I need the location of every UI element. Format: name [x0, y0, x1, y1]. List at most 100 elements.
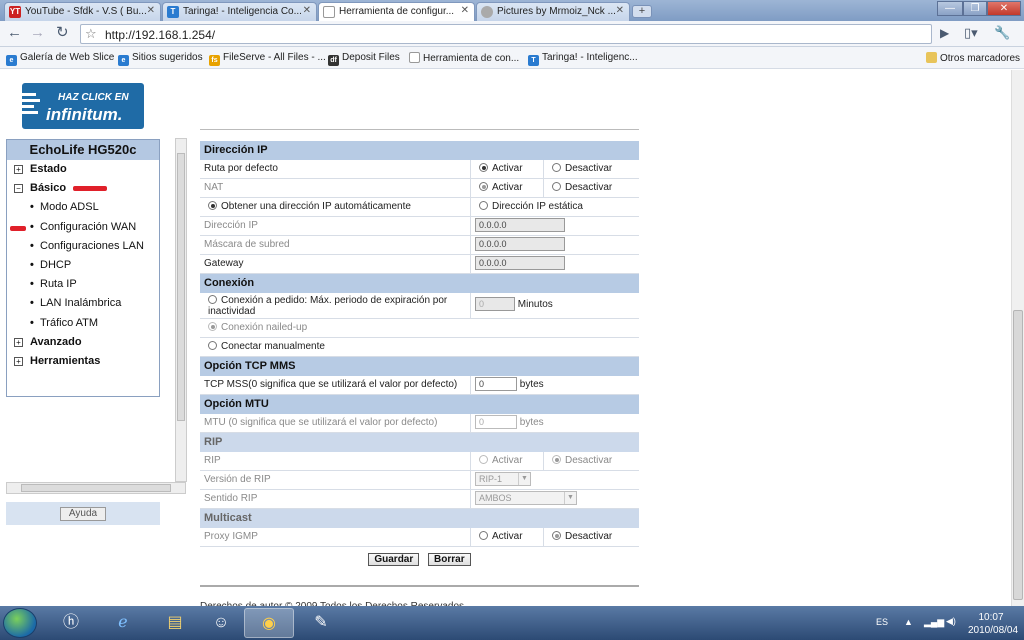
scroll-thumb[interactable] — [1013, 310, 1023, 600]
close-tab-icon[interactable]: ✕ — [147, 5, 155, 16]
radio-icon[interactable] — [552, 182, 561, 191]
rip-on[interactable]: Activar — [470, 452, 523, 470]
radio-icon[interactable] — [552, 455, 561, 464]
mtu-input[interactable]: 0 — [475, 415, 517, 430]
ie-icon[interactable]: ℯ — [98, 608, 148, 638]
sidebar-h-scrollbar[interactable] — [6, 482, 186, 494]
bookmark-sitios[interactable]: e Sitios sugeridos — [118, 52, 203, 66]
expand-icon[interactable]: + — [14, 165, 23, 174]
address-bar[interactable]: ☆ http://192.168.1.254/ — [80, 24, 932, 44]
static-ip-option[interactable]: Dirección IP estática — [470, 198, 583, 216]
sidebar-item-ruta-ip[interactable]: • Ruta IP — [7, 275, 159, 294]
sidebar-item-trafico-atm[interactable]: • Tráfico ATM — [7, 314, 159, 333]
igmp-on[interactable]: Activar — [470, 528, 523, 546]
tab-pictures[interactable]: Pictures by Mrmoiz_Nck ... ✕ — [476, 2, 630, 21]
bookmark-deposit-files[interactable]: df Deposit Files — [328, 52, 400, 66]
radio-icon[interactable] — [479, 182, 488, 191]
collapse-icon[interactable]: − — [14, 184, 23, 194]
field-label: Versión de RIP — [204, 474, 271, 485]
maximize-button[interactable]: ❐ — [963, 1, 987, 16]
sidebar-item-avanzado[interactable]: + Avanzado — [7, 333, 159, 352]
tcp-mss-input[interactable]: 0 — [475, 377, 517, 392]
scroll-thumb[interactable] — [21, 484, 171, 492]
nat-on[interactable]: Activar — [470, 179, 523, 197]
play-icon[interactable]: ▶ — [940, 25, 949, 41]
nailed-up-option[interactable]: Conexión nailed-up — [204, 322, 307, 333]
radio-icon[interactable] — [479, 163, 488, 172]
help-button[interactable]: Ayuda — [60, 507, 106, 521]
sidebar-item-modo-adsl[interactable]: • Modo ADSL — [7, 198, 159, 217]
radio-icon[interactable] — [552, 163, 561, 172]
close-window-button[interactable]: ✕ — [987, 1, 1021, 16]
delete-button[interactable]: Borrar — [428, 553, 471, 566]
bookmark-web-slice[interactable]: e Galería de Web Slice — [6, 52, 114, 66]
save-button[interactable]: Guardar — [368, 553, 420, 566]
sidebar-item-configuracion-wan[interactable]: • Configuración WAN — [7, 218, 159, 237]
tab-herramienta[interactable]: Herramienta de configur... ✕ — [318, 2, 475, 21]
expand-icon[interactable]: + — [14, 337, 23, 347]
form-actions: Guardar Borrar — [200, 553, 639, 569]
on-demand-option[interactable]: Conexión a pedido: Máx. periodo de expir… — [208, 293, 466, 317]
rip-direction-select[interactable]: AMBOS ▼ — [475, 491, 577, 506]
minimize-button[interactable]: — — [937, 1, 963, 16]
reload-icon[interactable]: ↻ — [56, 25, 69, 41]
close-tab-icon[interactable]: ✕ — [461, 5, 469, 16]
radio-icon[interactable] — [479, 455, 488, 464]
hp-icon[interactable]: ⓗ — [46, 608, 96, 638]
default-route-on[interactable]: Activar — [470, 160, 523, 178]
radio-icon[interactable] — [208, 341, 217, 350]
bookmark-fileserve[interactable]: fs FileServe - All Files - ... — [209, 52, 326, 66]
sidebar-item-estado[interactable]: + Estado — [7, 160, 159, 179]
sidebar-scrollbar[interactable] — [175, 138, 187, 482]
expand-icon[interactable]: + — [14, 356, 23, 366]
radio-icon[interactable] — [208, 322, 217, 331]
forward-arrow-icon[interactable]: → — [30, 25, 45, 41]
other-bookmarks[interactable]: Otros marcadores — [926, 52, 1020, 64]
star-icon[interactable]: ☆ — [85, 26, 97, 42]
sidebar-item-configuraciones-lan[interactable]: • Configuraciones LAN — [7, 237, 159, 256]
scroll-thumb[interactable] — [177, 153, 185, 421]
tray-arrow-icon[interactable]: ▲ — [904, 617, 913, 627]
manual-connect-option[interactable]: Conectar manualmente — [204, 341, 325, 352]
bookmark-taringa[interactable]: T Taringa! - Inteligenc... — [528, 52, 638, 66]
ip-address-input[interactable]: 0.0.0.0 — [475, 218, 565, 233]
nat-off[interactable]: Desactivar — [543, 179, 612, 197]
close-tab-icon[interactable]: ✕ — [616, 5, 624, 16]
rip-off[interactable]: Desactivar — [543, 452, 612, 470]
page-menu-icon[interactable]: ▯▾ — [964, 25, 978, 41]
sidebar-item-herramientas[interactable]: + Herramientas — [7, 352, 159, 371]
chrome-icon[interactable]: ◉ — [244, 608, 294, 638]
language-indicator[interactable]: ES — [876, 617, 888, 627]
sidebar-item-basico[interactable]: − Básico — [7, 179, 159, 198]
folder-icon[interactable]: ▤ — [150, 608, 200, 638]
rip-version-select[interactable]: RIP-1 ▼ — [475, 472, 531, 487]
volume-icon[interactable]: ◀) — [946, 616, 956, 627]
users-icon[interactable]: ☺ — [196, 608, 246, 638]
back-arrow-icon[interactable]: ← — [7, 25, 22, 41]
radio-icon[interactable] — [479, 531, 488, 540]
tab-taringa[interactable]: T Taringa! - Inteligencia Co... ✕ — [162, 2, 317, 21]
network-icon[interactable]: ▂▄▆ — [924, 617, 944, 628]
radio-icon[interactable] — [552, 531, 561, 540]
tab-youtube[interactable]: YT YouTube - Sfdk - V.S ( Bu... ✕ — [4, 2, 161, 21]
paint-icon[interactable]: ✎ — [296, 608, 346, 638]
igmp-off[interactable]: Desactivar — [543, 528, 612, 546]
default-route-off[interactable]: Desactivar — [543, 160, 612, 178]
gateway-input[interactable]: 0.0.0.0 — [475, 256, 565, 271]
start-button[interactable] — [3, 608, 37, 638]
radio-icon[interactable] — [208, 295, 217, 304]
radio-icon[interactable] — [479, 201, 488, 210]
bookmark-herramienta[interactable]: Herramienta de con... — [409, 52, 519, 64]
wrench-icon[interactable]: 🔧 — [994, 25, 1010, 41]
clock[interactable]: 10:07 2010/08/04 — [968, 611, 1018, 637]
idle-timeout-input[interactable]: 0 — [475, 297, 515, 312]
new-tab-button[interactable]: + — [632, 5, 652, 18]
page-scrollbar[interactable] — [1011, 70, 1024, 606]
infinitum-logo[interactable]: HAZ CLICK EN infinitum. — [22, 83, 144, 129]
obtain-auto-option[interactable]: Obtener una dirección IP automáticamente — [204, 201, 411, 212]
sidebar-item-lan-inalambrica[interactable]: • LAN Inalámbrica — [7, 294, 159, 313]
radio-icon[interactable] — [208, 201, 217, 210]
subnet-mask-input[interactable]: 0.0.0.0 — [475, 237, 565, 252]
sidebar-item-dhcp[interactable]: • DHCP — [7, 256, 159, 275]
close-tab-icon[interactable]: ✕ — [303, 5, 311, 16]
